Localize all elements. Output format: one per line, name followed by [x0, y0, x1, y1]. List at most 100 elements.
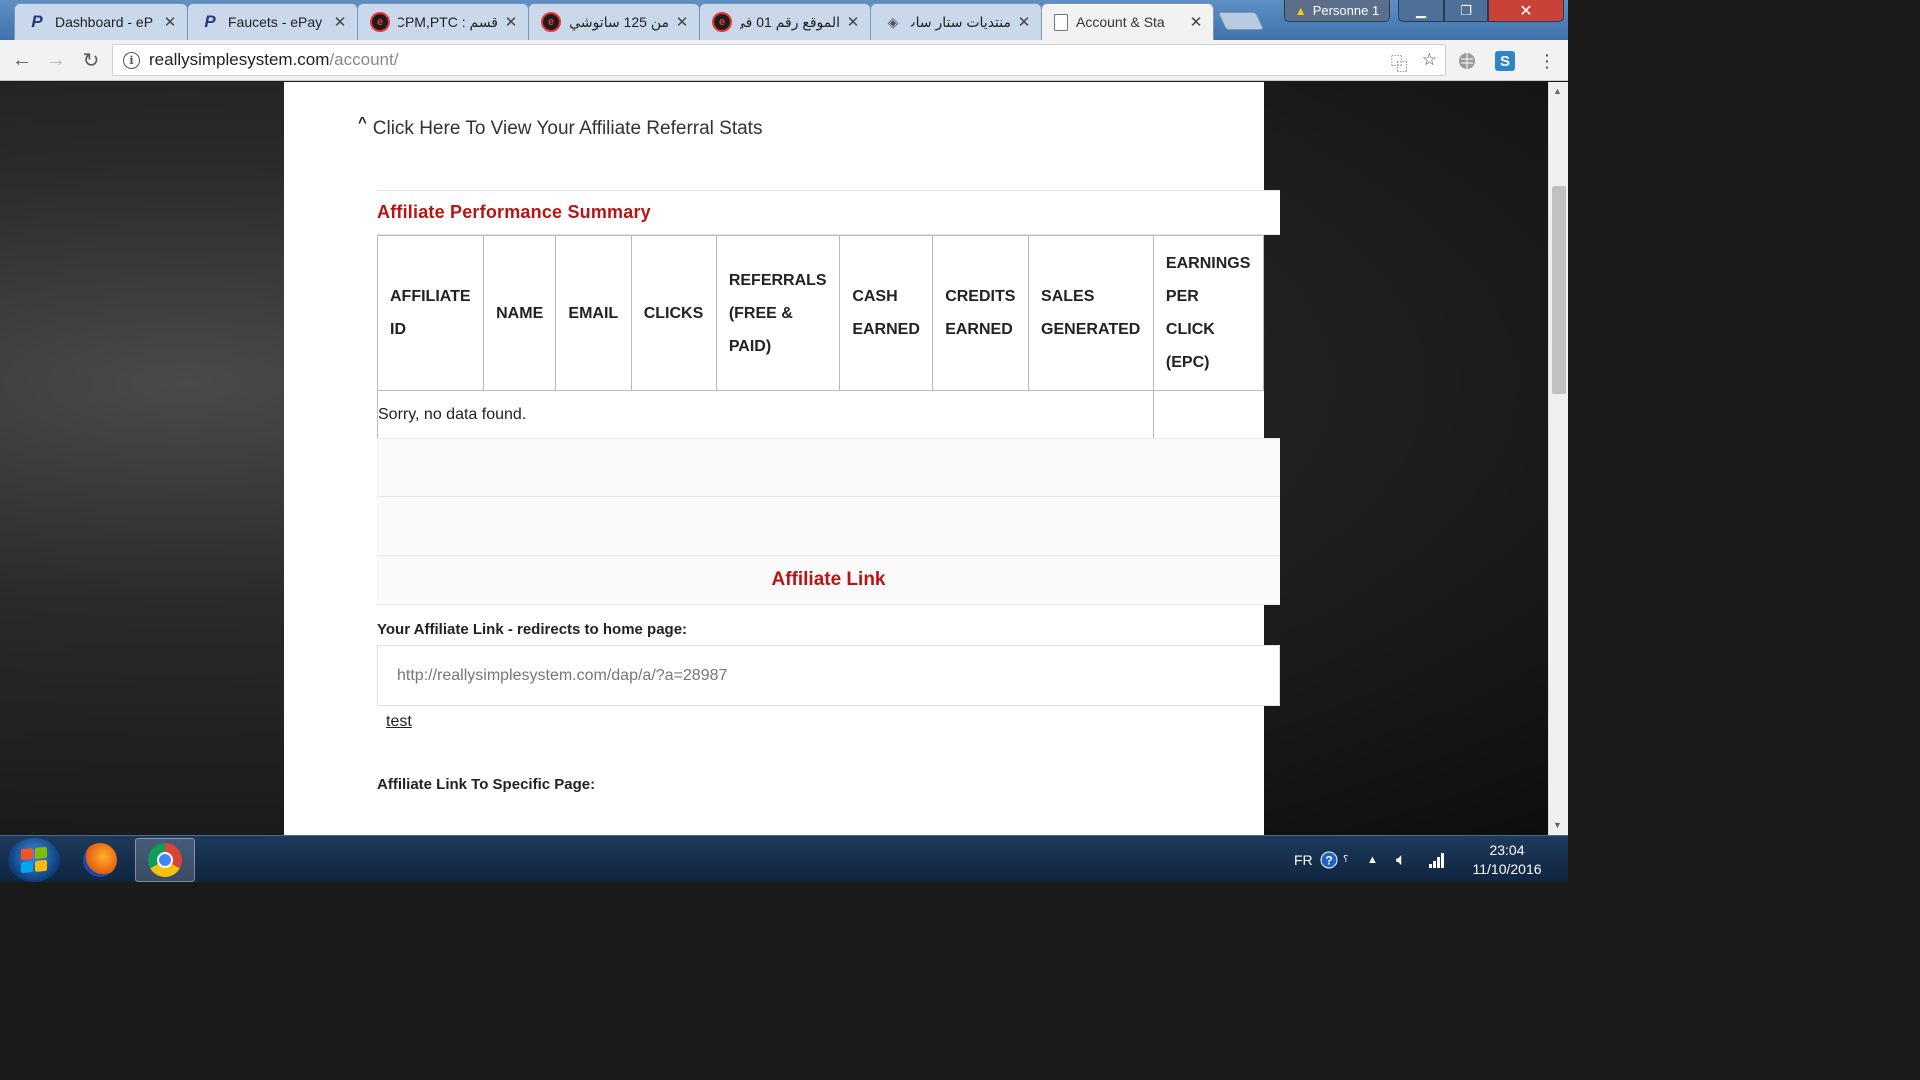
windows-logo-icon	[21, 846, 47, 874]
tab-site-01[interactable]: e الموقع رقم 01 في ✕	[699, 3, 871, 40]
minimize-button[interactable]: ▁	[1398, 0, 1444, 22]
browser-toolbar: ← → ↻ i reallysimplesystem.com/account/ …	[0, 40, 1568, 81]
column-header-clicks: CLICKS	[630, 235, 717, 391]
forward-button[interactable]: →	[44, 48, 68, 72]
info-icon[interactable]: i	[123, 51, 140, 69]
system-clock[interactable]: 23:04 11/10/2016	[1462, 841, 1552, 879]
tab-dashboard[interactable]: P Dashboard - eP ✕	[14, 3, 188, 40]
main-content: ^ Click Here To View Your Affiliate Refe…	[284, 82, 1280, 835]
url-path: /account/	[329, 50, 399, 69]
taskbar-firefox[interactable]	[70, 838, 130, 882]
network-signal-icon[interactable]	[1428, 836, 1446, 883]
minimize-icon: ▁	[1416, 2, 1426, 18]
tab-star-sat[interactable]: ◈ منتديات ستار سات ✕	[870, 3, 1042, 40]
start-button[interactable]	[8, 838, 60, 882]
test-link[interactable]: test	[386, 713, 412, 731]
scroll-down-arrow-icon[interactable]: ▼	[1553, 820, 1562, 830]
extension-s-icon[interactable]: S	[1494, 50, 1516, 72]
tab-title: قسم : CPM,PTC	[398, 13, 498, 30]
close-icon[interactable]: ✕	[1017, 13, 1031, 31]
forum-round-icon: e	[370, 12, 390, 32]
document-icon	[1054, 13, 1068, 31]
affiliate-link-field[interactable]: http://reallysimplesystem.com/dap/a/?a=2…	[377, 645, 1280, 706]
forum-round-icon: e	[712, 12, 732, 32]
profile-name: Personne 1	[1312, 3, 1380, 18]
table-header-row: AFFILIATE ID NAME EMAIL CLICKS REFERRALS…	[376, 235, 1265, 391]
close-icon[interactable]: ✕	[504, 13, 518, 31]
browser-tab-strip: P Dashboard - eP ✕ P Faucets - ePay ✕ e …	[0, 0, 1568, 40]
column-header-epc: EARNINGS PER CLICK (EPC)	[1152, 235, 1265, 391]
close-icon: ✕	[1519, 2, 1533, 20]
spacer-row	[377, 496, 1280, 555]
diamond-icon: ◈	[887, 13, 899, 30]
chrome-icon	[148, 843, 182, 877]
warning-icon: ▲	[1294, 3, 1307, 18]
language-code: FR	[1294, 851, 1313, 868]
table-row: Sorry, no data found.	[377, 390, 1264, 439]
tab-title: منتديات ستار سات	[911, 13, 1011, 30]
column-header-email: EMAIL	[555, 235, 632, 391]
affiliate-link-title: Affiliate Link	[771, 569, 886, 590]
tab-satoshi[interactable]: e من 125 ساتوشي ا ✕	[528, 3, 700, 40]
profile-button[interactable]: ▲ Personne 1	[1284, 0, 1390, 22]
clock-date: 11/10/2016	[1472, 861, 1542, 877]
extension-globe-icon[interactable]	[1456, 50, 1478, 72]
affiliate-link-heading-row: Affiliate Link	[377, 555, 1280, 605]
tab-cpm-ptc[interactable]: e قسم : CPM,PTC ✕	[357, 3, 529, 40]
url-host: reallysimplesystem.com	[149, 50, 330, 69]
language-indicator[interactable]: FR	[1294, 836, 1313, 883]
tab-faucets[interactable]: P Faucets - ePay ✕	[187, 3, 358, 40]
close-icon[interactable]: ✕	[846, 13, 860, 31]
tab-account[interactable]: Account & Sta ✕	[1041, 3, 1214, 40]
clock-time: 23:04	[1489, 842, 1525, 858]
empty-cell	[1153, 391, 1263, 439]
tab-title: من 125 ساتوشي ا	[569, 13, 669, 30]
address-bar[interactable]: i reallysimplesystem.com/account/ ⿻ ☆	[112, 44, 1446, 76]
tab-title: Faucets - ePay	[228, 14, 323, 30]
affiliate-link-value: http://reallysimplesystem.com/dap/a/?a=2…	[397, 666, 728, 684]
chevron-up-icon: ^	[358, 114, 367, 131]
close-window-button[interactable]: ✕	[1488, 0, 1564, 22]
paypal-p-icon: P	[31, 12, 43, 31]
referral-stats-toggle[interactable]: ^ Click Here To View Your Affiliate Refe…	[358, 114, 762, 140]
tab-title: Account & Sta	[1076, 14, 1165, 30]
column-header-affiliate-id: AFFILIATE ID	[376, 235, 485, 391]
column-header-sales-generated: SALES GENERATED	[1028, 235, 1154, 391]
summary-title: Affiliate Performance Summary	[377, 202, 651, 222]
show-hidden-icons-arrow-icon[interactable]: ▲	[1367, 836, 1378, 883]
column-header-referrals: REFERRALS (FREE & PAID)	[715, 235, 841, 391]
close-icon[interactable]: ✕	[163, 13, 177, 31]
summary-heading-row: Affiliate Performance Summary	[377, 190, 1280, 235]
home-link-label: Your Affiliate Link - redirects to home …	[377, 621, 688, 638]
column-header-credits-earned: CREDITS EARNED	[932, 235, 1030, 391]
back-button[interactable]: ←	[10, 48, 34, 72]
svg-text:?: ?	[1325, 853, 1332, 867]
reload-button[interactable]: ↻	[79, 48, 103, 72]
paypal-p-icon: P	[204, 12, 216, 31]
close-icon[interactable]: ✕	[675, 13, 689, 31]
close-icon[interactable]: ✕	[1189, 13, 1203, 31]
column-header-name: NAME	[483, 235, 557, 391]
taskbar-chrome[interactable]	[135, 838, 195, 882]
help-tray-icon[interactable]: ?	[1320, 836, 1338, 883]
column-header-cash-earned: CASH EARNED	[839, 235, 934, 391]
forum-round-icon: e	[541, 12, 561, 32]
vertical-scrollbar[interactable]: ▲ ▼	[1548, 82, 1568, 835]
specific-link-label: Affiliate Link To Specific Page:	[377, 776, 596, 793]
page-viewport: ^ Click Here To View Your Affiliate Refe…	[0, 82, 1548, 835]
volume-icon[interactable]: 🔈︎	[1396, 836, 1406, 883]
scroll-up-arrow-icon[interactable]: ▲	[1553, 86, 1562, 96]
translate-icon[interactable]: ⿻	[1391, 50, 1408, 75]
new-tab-button[interactable]	[1217, 12, 1265, 30]
affiliate-stats-table: AFFILIATE ID NAME EMAIL CLICKS REFERRALS…	[376, 235, 1265, 439]
reload-icon: ↻	[82, 49, 100, 72]
maximize-button[interactable]: ❐	[1444, 0, 1488, 22]
scrollbar-thumb[interactable]	[1552, 186, 1566, 394]
close-icon[interactable]: ✕	[333, 13, 347, 31]
pen-tray-icon[interactable]: ⸮	[1343, 836, 1348, 883]
spacer-row	[377, 438, 1280, 496]
tab-title: الموقع رقم 01 في	[740, 13, 840, 30]
restore-icon: ❐	[1460, 2, 1472, 18]
star-bookmark-icon[interactable]: ☆	[1422, 50, 1437, 75]
menu-dots-icon[interactable]: ⋮	[1536, 50, 1558, 72]
